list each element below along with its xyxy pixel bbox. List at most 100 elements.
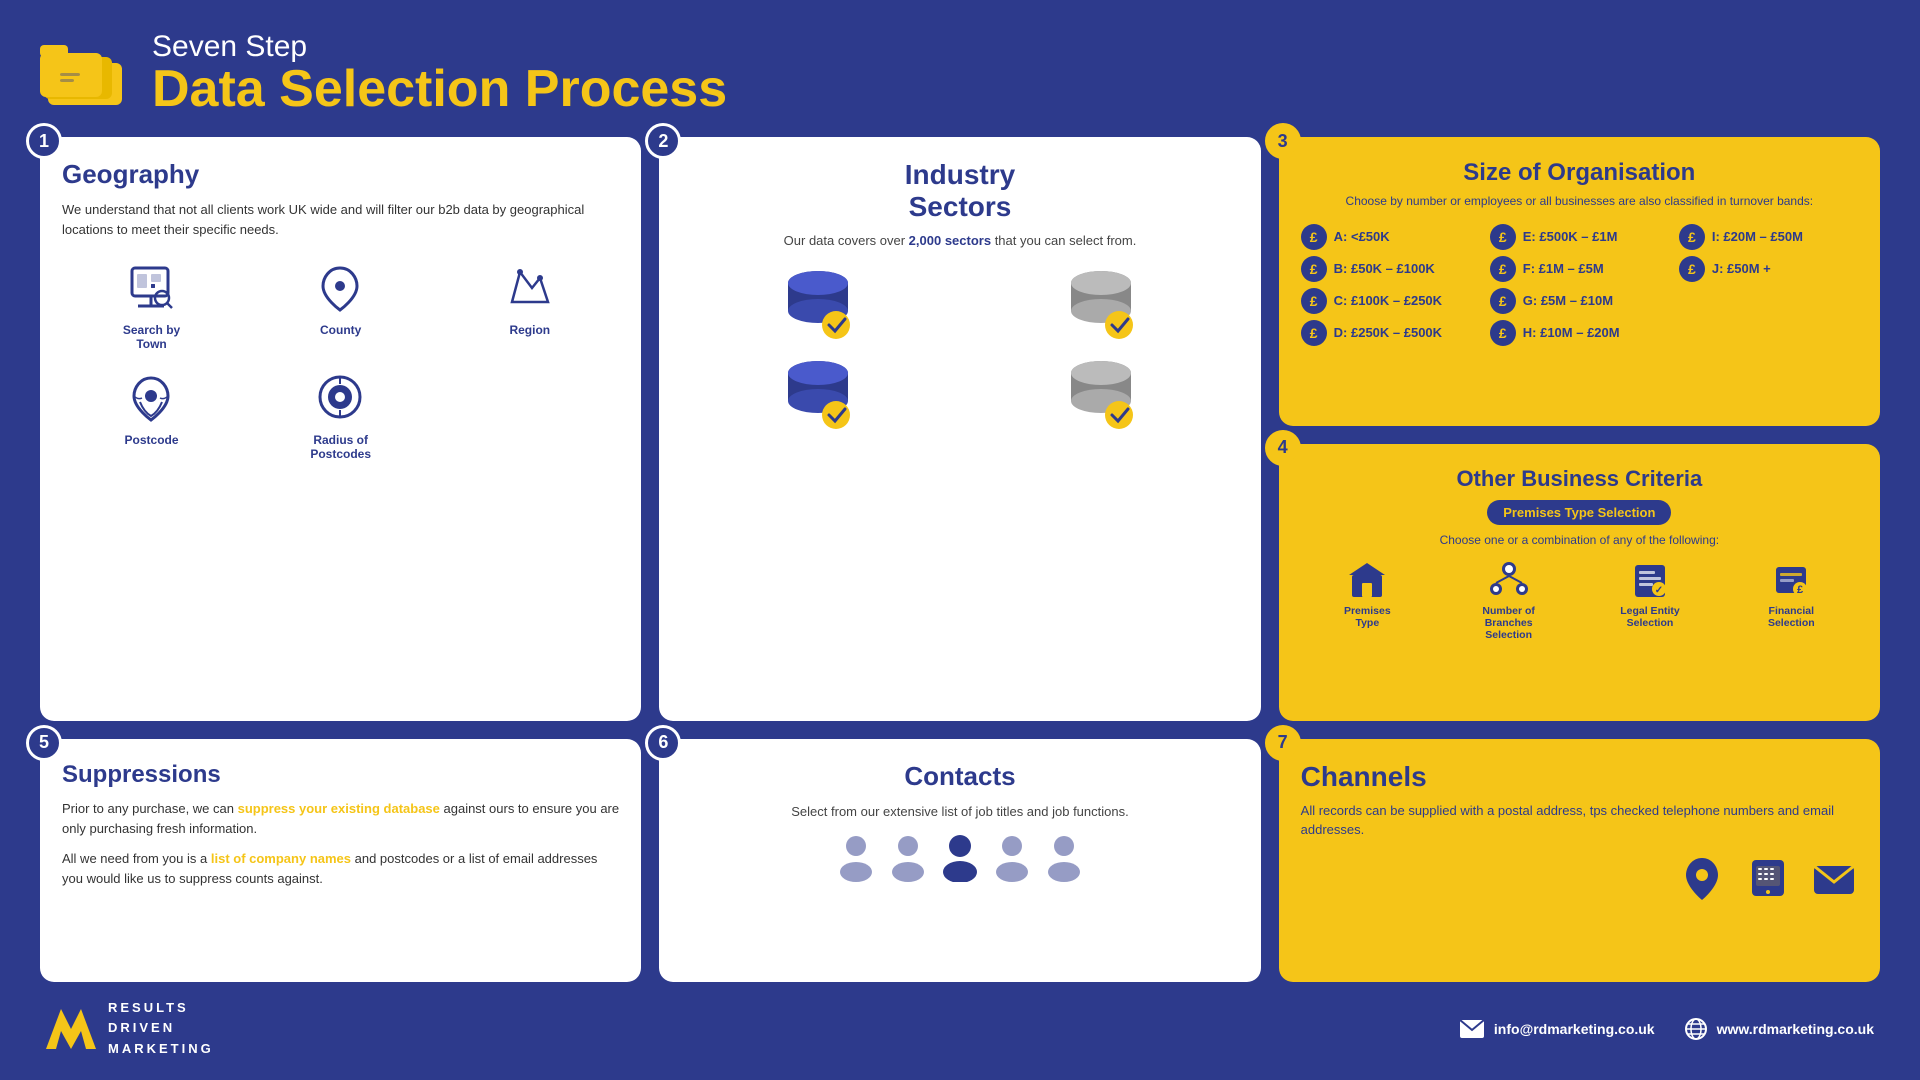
pound-icon-h: £ [1490,320,1516,346]
size-label-d: D: £250K – £500K [1334,325,1442,340]
region-label: Region [509,323,550,337]
geo-item-county: County [251,257,430,351]
postcode-label: Postcode [125,433,179,447]
header: Seven Step Data Selection Process [40,30,1880,115]
footer-website: www.rdmarketing.co.uk [1685,1018,1874,1040]
pound-icon-g: £ [1490,288,1516,314]
pound-icon-e: £ [1490,224,1516,250]
footer-logo-text: RESULTS DRIVEN MARKETING [108,998,214,1060]
radius-label: Radius ofPostcodes [310,433,371,461]
size-label-j: J: £50M + [1712,261,1771,276]
step5-badge: 5 [26,725,62,761]
step6-badge: 6 [645,725,681,761]
rdm-logo-icon [46,1009,96,1049]
legal-entity-label: Legal EntitySelection [1620,605,1680,629]
geo-item-region: Region [440,257,619,351]
size-label-f: F: £1M – £5M [1523,261,1604,276]
size-label-b: B: £50K – £100K [1334,261,1435,276]
db-icon-1 [778,265,858,345]
step6-contacts: 6 Contacts Select from our extensive lis… [659,739,1260,982]
pound-icon-b: £ [1301,256,1327,282]
size-item-g: £ G: £5M – £10M [1490,288,1669,314]
county-icon [311,257,371,317]
search-by-town-label: Search byTown [123,323,180,351]
pound-icon-d: £ [1301,320,1327,346]
step7-badge: 7 [1265,725,1301,761]
footer-website-text: www.rdmarketing.co.uk [1717,1021,1874,1037]
size-grid: £A: <£50K £E: £500K – £1M £I: £20M – £50… [1301,224,1858,346]
step5-para1: Prior to any purchase, we can suppress y… [62,799,619,839]
premises-badge: Premises Type Selection [1487,500,1671,525]
size-item-d: £ D: £250K – £500K [1301,320,1480,346]
footer-email-icon [1460,1020,1484,1038]
person-icons [681,835,1238,879]
branches-item: Number ofBranchesSelection [1442,559,1575,641]
size-item-i: £I: £20M – £50M [1679,224,1858,250]
content-grid: 1 Geography We understand that not all c… [40,137,1880,982]
geo-item-postcode: Postcode [62,367,241,461]
step3-size: 3 Size of Organisation Choose by number … [1279,137,1880,426]
header-text: Seven Step Data Selection Process [152,30,727,115]
db-icon-4 [1062,355,1142,435]
size-item-f: £ F: £1M – £5M [1490,256,1669,282]
person-icon-2 [886,835,930,879]
footer-globe-icon [1685,1018,1707,1040]
email-icon [1810,854,1858,902]
person-icon-3-highlighted [938,835,982,879]
step7-channels: 7 Channels All records can be supplied w… [1279,739,1880,982]
step2-badge: 2 [645,123,681,159]
radius-icon [311,367,371,427]
header-subtitle: Seven Step [152,30,727,63]
geo-icons-grid: Search byTown County [62,257,619,461]
size-item-c: £C: £100K – £250K [1301,288,1480,314]
step5-title: Suppressions [62,761,619,789]
step1-description: We understand that not all clients work … [62,200,619,239]
step7-description: All records can be supplied with a posta… [1301,801,1858,840]
legal-entity-item: ✓ Legal EntitySelection [1583,559,1716,641]
db-icon-3 [778,355,858,435]
db-icon-2 [1062,265,1142,345]
step1-badge: 1 [26,123,62,159]
db-icons-grid [681,265,1238,435]
size-label-a: A: <£50K [1334,229,1390,244]
step3-badge: 3 [1265,123,1301,159]
person-icon-4 [990,835,1034,879]
size-label-g: G: £5M – £10M [1523,293,1613,308]
person-icon-5 [1042,835,1086,879]
size-item-a: £A: <£50K [1301,224,1480,250]
size-item-e: £E: £500K – £1M [1490,224,1669,250]
footer-contact: info@rdmarketing.co.uk www.rdmarketing.c… [1460,1018,1874,1040]
step4-business: 4 Other Business Criteria Premises Type … [1279,444,1880,721]
premises-type-label: PremisesType [1344,605,1391,629]
branches-label: Number ofBranchesSelection [1482,605,1535,641]
step4-badge: 4 [1265,430,1301,466]
logo-line2: DRIVEN [108,1018,214,1039]
person-icon-1 [834,835,878,879]
logo-line3: MARKETING [108,1039,214,1060]
pound-icon-f: £ [1490,256,1516,282]
pound-icon-c: £ [1301,288,1327,314]
size-item-b: £ B: £50K – £100K [1301,256,1480,282]
step3-title: Size of Organisation [1301,159,1858,187]
search-by-town-icon [122,257,182,317]
size-item-j: £J: £50M + [1679,256,1858,282]
region-icon [500,257,560,317]
header-title: Data Selection Process [152,63,727,115]
size-item-h: £H: £10M – £20M [1490,320,1669,346]
step6-title: Contacts [681,761,1238,792]
step3-subtitle: Choose by number or employees or all bus… [1301,193,1858,210]
pound-icon-i: £ [1679,224,1705,250]
location-icon [1678,854,1726,902]
svg-text:£: £ [1797,584,1803,596]
step2-description: Our data covers over 2,000 sectors that … [681,231,1238,251]
header-icon [40,35,130,110]
step5-para2: All we need from you is a list of compan… [62,849,619,889]
phone-icon [1744,854,1792,902]
geo-item-radius: Radius ofPostcodes [251,367,430,461]
step4-description: Choose one or a combination of any of th… [1301,533,1858,547]
step2-title: IndustrySectors [681,159,1238,223]
footer-email-text: info@rdmarketing.co.uk [1494,1021,1655,1037]
step7-title: Channels [1301,761,1858,793]
county-label: County [320,323,361,337]
step6-description: Select from our extensive list of job ti… [681,802,1238,822]
